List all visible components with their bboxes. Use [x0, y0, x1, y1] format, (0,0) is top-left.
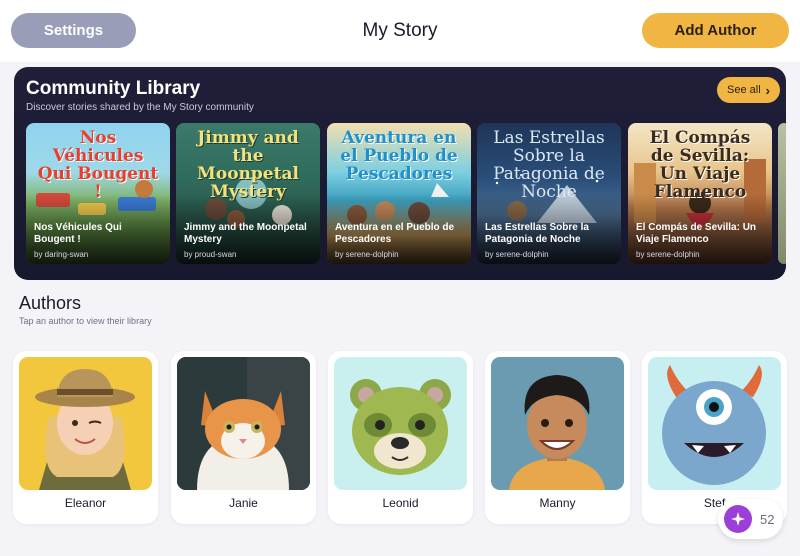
book-card[interactable]: Las Estrellas Sobre la Patagonia de Noch… — [477, 123, 621, 264]
book-cover-text: Jimmy and the Moonpetal Mystery — [197, 128, 299, 202]
see-all-label: See all — [727, 84, 761, 96]
book-card[interactable]: Jimmy and the Moonpetal Mystery Jimmy an… — [176, 123, 320, 264]
book-card-partial[interactable] — [778, 123, 786, 264]
book-byline: by proud-swan — [184, 250, 237, 259]
book-card[interactable]: El Compás de Sevilla: Un Viaje Flamenco … — [628, 123, 772, 264]
book-title: Aventura en el Pueblo de Pescadores — [335, 222, 455, 245]
book-cover-text: Aventura en el Pueblo de Pescadores — [340, 128, 458, 184]
author-card[interactable]: Eleanor — [13, 351, 158, 524]
see-all-button[interactable]: See all › — [717, 77, 780, 103]
book-cover-text: El Compás de Sevilla: Un Viaje Flamenco — [649, 128, 751, 202]
author-card[interactable]: Stef — [642, 351, 787, 524]
add-author-button[interactable]: Add Author — [642, 13, 789, 48]
credits-badge[interactable]: 52 — [718, 499, 783, 539]
book-title: Las Estrellas Sobre la Patagonia de Noch… — [485, 222, 589, 245]
book-byline: by serene-dolphin — [636, 250, 700, 259]
author-card[interactable]: Manny — [485, 351, 630, 524]
author-name: Manny — [539, 496, 576, 510]
book-cover-text: Nos Véhicules Qui Bougent ! — [37, 128, 159, 202]
sparkle-icon — [724, 505, 752, 533]
author-name: Leonid — [382, 496, 419, 510]
book-byline: by serene-dolphin — [485, 250, 549, 259]
author-name: Eleanor — [64, 496, 107, 510]
authors-title: Authors — [19, 293, 82, 313]
author-avatar — [648, 357, 781, 490]
community-library-panel: Community Library Discover stories share… — [14, 67, 786, 280]
chevron-right-icon: › — [765, 82, 770, 98]
book-card[interactable]: Aventura en el Pueblo de Pescadores Aven… — [327, 123, 471, 264]
book-title: El Compás de Sevilla: Un Viaje Flamenco — [636, 222, 757, 245]
settings-button[interactable]: Settings — [11, 13, 136, 48]
author-avatar — [177, 357, 310, 490]
author-name: Janie — [229, 496, 258, 510]
top-bar: My Story Settings Add Author — [0, 0, 800, 62]
author-avatar — [491, 357, 624, 490]
author-avatar — [334, 357, 467, 490]
book-card[interactable]: Nos Véhicules Qui Bougent ! Nos Véhicule… — [26, 123, 170, 264]
community-library-title: Community Library — [26, 78, 201, 99]
book-title: Nos Véhicules Qui Bougent ! — [34, 222, 122, 245]
author-avatar — [19, 357, 152, 490]
book-cover-text: Las Estrellas Sobre la Patagonia de Noch… — [493, 128, 605, 202]
credits-count: 52 — [760, 511, 775, 527]
authors-subtitle: Tap an author to view their library — [19, 316, 152, 326]
community-library-subtitle: Discover stories shared by the My Story … — [26, 102, 254, 113]
book-byline: by serene-dolphin — [335, 250, 399, 259]
author-card[interactable]: Leonid — [328, 351, 473, 524]
author-card[interactable]: Janie — [171, 351, 316, 524]
book-title: Jimmy and the Moonpetal Mystery — [184, 222, 307, 245]
book-byline: by daring-swan — [34, 250, 89, 259]
